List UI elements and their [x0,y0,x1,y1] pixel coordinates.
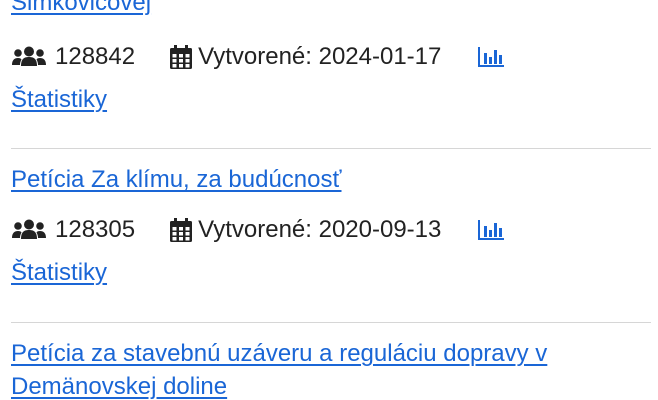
petition-title-link-line2[interactable]: Demänovskej doline [11,370,227,400]
users-icon [11,45,47,69]
divider [11,148,651,149]
created-date: Vytvorené: 2020-09-13 [198,216,442,243]
users-icon [11,218,47,242]
petition-title-link[interactable]: Petícia za stavebnú uzáveru a reguláciu … [11,337,547,371]
signature-count: 128842 [55,43,136,70]
calendar-icon [170,218,193,242]
petition-title-link[interactable]: Šimkovičovej [11,0,151,20]
petition-meta: 128842 Vytvorené: 2024-01-17 [11,40,505,74]
divider [11,322,651,323]
petition-title-link[interactable]: Petícia Za klímu, za budúcnosť [11,163,342,197]
statistics-link[interactable]: Štatistiky [11,256,107,290]
bar-chart-icon[interactable] [477,219,505,241]
statistics-link[interactable]: Štatistiky [11,83,107,117]
calendar-icon [170,45,193,69]
signature-count: 128305 [55,216,136,243]
created-date: Vytvorené: 2024-01-17 [198,43,442,70]
petition-list: Šimkovičovej 128842 Vytvorené: 2024-01-1… [0,0,658,400]
petition-meta: 128305 Vytvorené: 2020-09-13 [11,213,505,247]
bar-chart-icon[interactable] [477,46,505,68]
